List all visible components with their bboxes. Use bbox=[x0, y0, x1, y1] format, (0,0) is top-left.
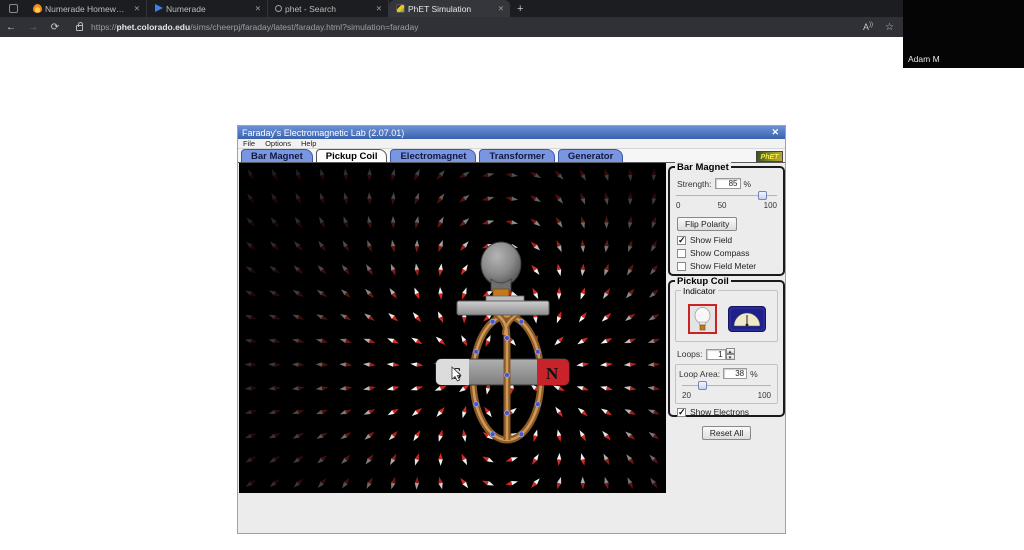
browser-tab-phet-simulation[interactable]: PhET Simulation ✕ bbox=[389, 0, 510, 17]
show-electrons-row[interactable]: Show Electrons bbox=[677, 407, 783, 418]
bar-magnet-panel: Bar Magnet Strength: 85 % 0 50 100 Flip … bbox=[668, 162, 785, 276]
loops-label: Loops: bbox=[677, 349, 703, 359]
menu-file[interactable]: File bbox=[243, 139, 255, 148]
loop-area-slider[interactable] bbox=[682, 381, 771, 391]
reset-all-button[interactable]: Reset All bbox=[701, 426, 752, 440]
tab-electromagnet[interactable]: Electromagnet bbox=[390, 149, 477, 162]
loop-area-field[interactable]: 38 bbox=[723, 368, 748, 379]
tab-close-icon[interactable]: ✕ bbox=[132, 3, 142, 14]
tab-transformer[interactable]: Transformer bbox=[479, 149, 555, 162]
screen: Numerade Homework Help - G... ✕ Numerade… bbox=[0, 0, 1024, 550]
menu-help[interactable]: Help bbox=[301, 139, 316, 148]
tab-bar-magnet[interactable]: Bar Magnet bbox=[241, 149, 313, 162]
light-bulb bbox=[456, 241, 550, 316]
tab-close-icon[interactable]: ✕ bbox=[374, 3, 384, 14]
strength-label: Strength: bbox=[677, 178, 712, 189]
browser-tab-numerade-help[interactable]: Numerade Homework Help - G... ✕ bbox=[26, 0, 147, 17]
percent-label: % bbox=[750, 368, 758, 379]
favorites-icon[interactable]: ☆ bbox=[885, 22, 894, 33]
bulb-icon bbox=[694, 307, 710, 331]
voltmeter-icon bbox=[730, 309, 763, 329]
menu-options[interactable]: Options bbox=[265, 139, 291, 148]
lock-icon[interactable] bbox=[76, 22, 83, 31]
webcam-overlay: Adam M bbox=[903, 0, 1024, 68]
control-panel-column: Bar Magnet Strength: 85 % 0 50 100 Flip … bbox=[668, 162, 785, 441]
loop-area-label: Loop Area: bbox=[679, 368, 721, 379]
tab-pickup-coil[interactable]: Pickup Coil bbox=[315, 149, 388, 162]
tab-title: Numerade Homework Help - G... bbox=[45, 3, 129, 14]
loops-spinner[interactable]: ▲ ▼ bbox=[725, 348, 735, 360]
strength-slider[interactable] bbox=[676, 191, 777, 201]
show-field-meter-row[interactable]: Show Field Meter bbox=[677, 261, 783, 271]
simulation-canvas[interactable]: S N bbox=[239, 163, 666, 493]
sim-content: S N bbox=[238, 162, 785, 533]
browser-toolbar: ← → ⟳ https://phet.colorado.edu/sims/che… bbox=[0, 17, 1024, 37]
tab-title: Numerade bbox=[166, 3, 206, 14]
bar-magnet-panel-title: Bar Magnet bbox=[675, 162, 731, 173]
tab-title: PhET Simulation bbox=[408, 3, 472, 14]
loop-area-scale: 20 100 bbox=[682, 391, 771, 400]
field-needle-grid bbox=[244, 168, 661, 490]
menu-bar: File Options Help bbox=[238, 139, 785, 149]
phet-favicon bbox=[396, 4, 405, 13]
simulation-window: Faraday's Electromagnetic Lab (2.07.01) … bbox=[237, 125, 786, 534]
forward-button[interactable]: → bbox=[22, 22, 44, 33]
address-bar[interactable]: https://phet.colorado.edu/sims/cheerpj/f… bbox=[91, 22, 418, 32]
strength-scale: 0 50 100 bbox=[676, 201, 777, 210]
read-aloud-icon[interactable]: A)) bbox=[863, 22, 873, 32]
show-compass-checkbox[interactable] bbox=[677, 248, 686, 258]
tab-generator[interactable]: Generator bbox=[557, 149, 624, 162]
url-prefix: https:// bbox=[91, 22, 117, 32]
page-background: Faraday's Electromagnetic Lab (2.07.01) … bbox=[0, 37, 1024, 550]
browser-tab-numerade[interactable]: Numerade ✕ bbox=[147, 0, 268, 17]
loops-field[interactable]: 1 bbox=[705, 348, 726, 360]
browser-tab-phet-search[interactable]: phet - Search ✕ bbox=[268, 0, 389, 17]
indicator-bulb-button[interactable] bbox=[687, 304, 717, 334]
url-path: /sims/cheerpj/faraday/latest/faraday.htm… bbox=[190, 22, 419, 32]
show-field-row[interactable]: Show Field bbox=[677, 235, 783, 246]
indicator-voltmeter-button[interactable] bbox=[727, 306, 766, 332]
window-titlebar[interactable]: Faraday's Electromagnetic Lab (2.07.01) … bbox=[238, 126, 785, 139]
refresh-button[interactable]: ⟳ bbox=[44, 22, 66, 33]
pickup-coil-panel: Pickup Coil Indicator Loops: 1 ▲ ▼ Loop … bbox=[668, 276, 785, 418]
loop-area-slider-thumb[interactable] bbox=[698, 381, 708, 390]
url-domain: phet.colorado.edu bbox=[116, 22, 191, 32]
numerade-flame-favicon bbox=[33, 4, 42, 13]
tab-title: phet - Search bbox=[285, 3, 337, 14]
strength-slider-thumb[interactable] bbox=[757, 191, 767, 200]
search-favicon bbox=[275, 5, 282, 12]
tab-close-icon[interactable]: ✕ bbox=[253, 3, 263, 14]
window-close-button[interactable]: ✕ bbox=[769, 127, 781, 138]
indicator-label: Indicator bbox=[681, 286, 718, 296]
webcam-participant-name: Adam M bbox=[908, 54, 940, 64]
browser-tab-strip: Numerade Homework Help - G... ✕ Numerade… bbox=[0, 0, 1024, 17]
back-button[interactable]: ← bbox=[0, 22, 22, 33]
percent-label: % bbox=[743, 178, 752, 189]
flip-polarity-button[interactable]: Flip Polarity bbox=[677, 217, 738, 231]
spinner-down-icon: ▼ bbox=[725, 354, 735, 360]
sim-tab-bar: Bar Magnet Pickup Coil Electromagnet Tra… bbox=[238, 149, 785, 163]
strength-field[interactable]: 85 bbox=[714, 178, 741, 189]
tab-close-icon[interactable]: ✕ bbox=[496, 3, 506, 14]
numerade-play-favicon bbox=[154, 4, 163, 13]
show-field-checkbox[interactable] bbox=[677, 235, 686, 246]
window-title: Faraday's Electromagnetic Lab (2.07.01) bbox=[242, 127, 405, 138]
show-electrons-checkbox[interactable] bbox=[677, 407, 686, 418]
magnet-north-label: N bbox=[546, 364, 559, 383]
show-field-meter-checkbox[interactable] bbox=[677, 261, 686, 271]
phet-logo[interactable]: PhET bbox=[756, 151, 783, 162]
new-tab-button[interactable]: + bbox=[510, 3, 530, 15]
show-compass-row[interactable]: Show Compass bbox=[677, 248, 783, 258]
workspaces-icon[interactable] bbox=[9, 4, 18, 13]
